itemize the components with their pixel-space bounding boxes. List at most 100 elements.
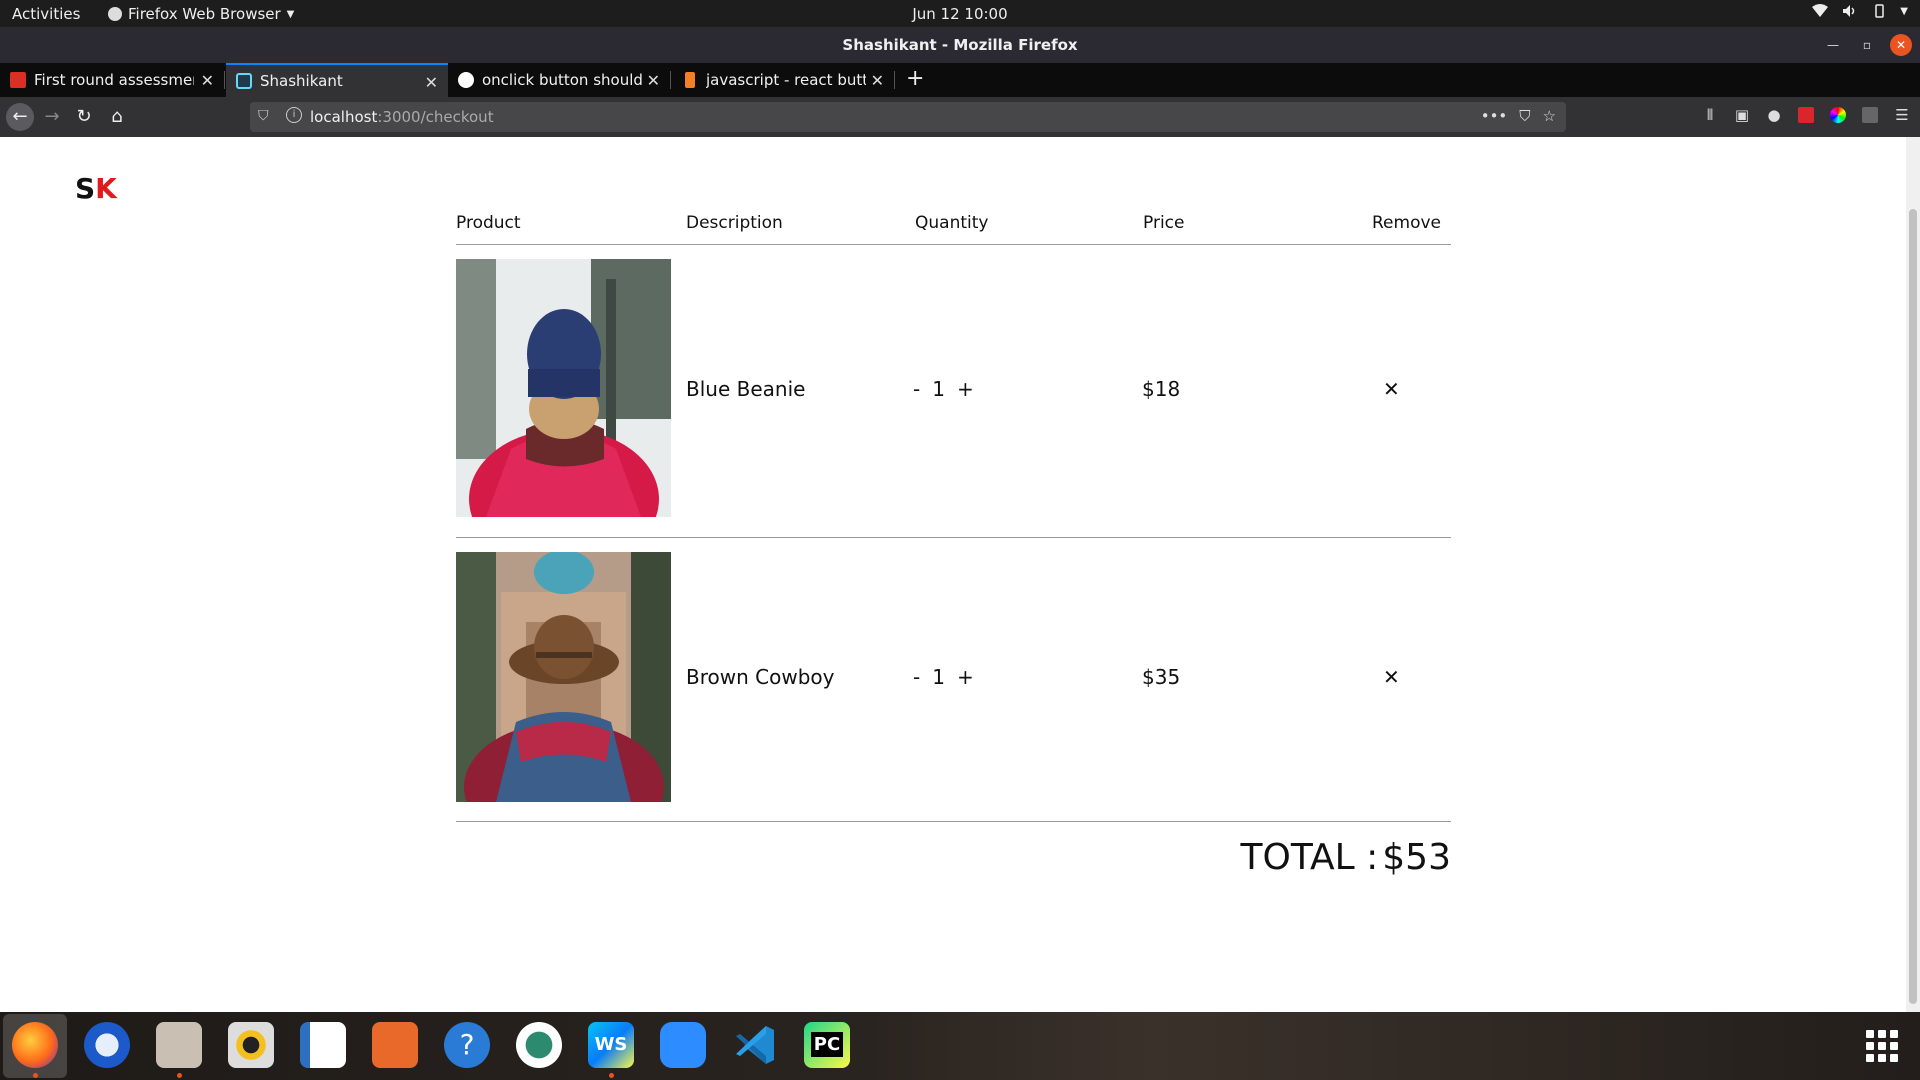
item-description: Blue Beanie [686, 377, 806, 401]
react-icon [236, 73, 252, 89]
window-title: Shashikant - Mozilla Firefox [842, 36, 1078, 54]
cart-total: TOTAL : $53 [1237, 837, 1452, 878]
software-icon[interactable] [372, 1022, 418, 1068]
tab-label: onclick button should re [482, 71, 642, 89]
page-actions-icon[interactable]: ••• [1481, 107, 1508, 125]
tab-stackoverflow[interactable]: javascript - react button ✕ [672, 63, 894, 97]
table-row: Blue Beanie - 1 + $18 ✕ [456, 259, 1451, 517]
close-icon[interactable]: ✕ [647, 71, 660, 90]
item-price: $18 [1142, 377, 1181, 401]
wifi-icon [1812, 4, 1829, 22]
thunderbird-icon[interactable] [84, 1022, 130, 1068]
divider [456, 821, 1451, 822]
page-scrollbar[interactable] [1906, 137, 1920, 1012]
running-indicator [177, 1073, 182, 1078]
site-logo[interactable]: SK [75, 172, 117, 205]
navigation-toolbar: ← → ↻ ⌂ ⛉ i localhost:3000/checkout ••• … [0, 97, 1920, 137]
google-icon [458, 72, 474, 88]
volume-icon [1842, 4, 1858, 22]
pocket-icon[interactable]: ⛉ [1519, 107, 1530, 125]
header-product: Product [456, 213, 521, 233]
rhythmbox-icon[interactable] [228, 1022, 274, 1068]
shield-icon[interactable]: ⛉ [258, 108, 269, 124]
total-label: TOTAL : [1240, 837, 1379, 878]
remmina-icon[interactable] [516, 1022, 562, 1068]
help-icon[interactable]: ? [444, 1022, 490, 1068]
extension-color-icon[interactable] [1830, 107, 1846, 123]
tab-gmail[interactable]: First round assessment - ✕ [0, 63, 224, 97]
tab-label: javascript - react button [706, 71, 866, 89]
vscode-icon[interactable] [732, 1022, 778, 1068]
quantity-stepper: - 1 + [913, 377, 974, 401]
zoom-icon[interactable] [660, 1022, 706, 1068]
product-image-brown-cowboy [456, 552, 671, 802]
remove-item-button[interactable]: ✕ [1383, 665, 1400, 689]
forward-button[interactable]: → [38, 103, 66, 131]
header-remove: Remove [1372, 213, 1441, 233]
system-top-bar: Activities Firefox Web Browser ▼ Jun 12 … [0, 0, 1920, 27]
maximize-button[interactable]: ▫ [1856, 34, 1878, 56]
header-quantity: Quantity [915, 213, 989, 233]
header-description: Description [686, 213, 783, 233]
stackoverflow-icon [685, 72, 695, 88]
running-indicator [33, 1073, 38, 1078]
tab-label: First round assessment - [34, 71, 194, 89]
item-description: Brown Cowboy [686, 665, 835, 689]
clock[interactable]: Jun 12 10:00 [0, 5, 1920, 23]
url-text[interactable]: localhost:3000/checkout [310, 108, 494, 126]
running-indicator [609, 1073, 614, 1078]
rotation-icon [1872, 4, 1886, 22]
gmail-icon [10, 72, 26, 88]
close-icon[interactable]: ✕ [425, 73, 438, 92]
increase-quantity-button[interactable]: + [957, 377, 974, 401]
reload-button[interactable]: ↻ [70, 103, 98, 131]
quantity-stepper: - 1 + [913, 665, 974, 689]
files-icon[interactable] [156, 1022, 202, 1068]
firefox-icon[interactable] [12, 1022, 58, 1068]
item-price: $35 [1142, 665, 1181, 689]
writer-icon[interactable] [300, 1022, 346, 1068]
home-button[interactable]: ⌂ [103, 103, 131, 131]
table-row: Brown Cowboy - 1 + $35 ✕ [456, 552, 1451, 802]
minimize-button[interactable]: — [1822, 34, 1844, 56]
header-price: Price [1143, 213, 1185, 233]
menu-icon[interactable]: ☰ [1894, 107, 1910, 123]
tab-google[interactable]: onclick button should re ✕ [448, 63, 670, 97]
close-icon[interactable]: ✕ [201, 71, 214, 90]
quantity-value: 1 [932, 377, 945, 401]
extension-red-icon[interactable] [1798, 107, 1814, 123]
table-header: Product Description Quantity Price Remov… [456, 213, 1451, 243]
extension-gray-icon[interactable] [1862, 107, 1878, 123]
tab-shashikant[interactable]: Shashikant ✕ [226, 63, 448, 97]
new-tab-button[interactable]: + [906, 66, 924, 91]
bookmark-star-icon[interactable]: ☆ [1543, 107, 1556, 125]
page-content: SK Product Description Quantity Price Re… [0, 137, 1906, 1012]
decrease-quantity-button[interactable]: - [913, 377, 920, 401]
close-icon[interactable]: ✕ [871, 71, 884, 90]
tab-strip: First round assessment - ✕ Shashikant ✕ … [0, 63, 1920, 97]
tab-label: Shashikant [260, 72, 343, 90]
sidebar-icon[interactable]: ▣ [1734, 107, 1750, 123]
library-icon[interactable]: ⫴ [1702, 107, 1718, 123]
show-applications-icon[interactable] [1866, 1030, 1898, 1062]
url-bar[interactable]: ⛉ i localhost:3000/checkout ••• ⛉ ☆ [250, 102, 1566, 132]
chevron-down-icon: ▼ [1900, 6, 1908, 17]
product-image-blue-beanie [456, 259, 671, 517]
increase-quantity-button[interactable]: + [957, 665, 974, 689]
info-icon[interactable]: i [286, 107, 302, 123]
back-button[interactable]: ← [6, 103, 34, 131]
pycharm-icon[interactable]: PC [804, 1022, 850, 1068]
dock: ? WS PC [0, 1012, 1920, 1080]
total-value: $53 [1382, 837, 1451, 878]
scrollbar-thumb[interactable] [1909, 209, 1917, 1004]
decrease-quantity-button[interactable]: - [913, 665, 920, 689]
divider [456, 244, 1451, 245]
system-tray[interactable]: ▼ [1812, 4, 1908, 22]
account-icon[interactable]: ● [1766, 107, 1782, 123]
divider [456, 537, 1451, 538]
remove-item-button[interactable]: ✕ [1383, 377, 1400, 401]
close-window-button[interactable]: ✕ [1890, 34, 1912, 56]
webstorm-icon[interactable]: WS [588, 1022, 634, 1068]
window-titlebar: Shashikant - Mozilla Firefox — ▫ ✕ [0, 27, 1920, 63]
quantity-value: 1 [932, 665, 945, 689]
